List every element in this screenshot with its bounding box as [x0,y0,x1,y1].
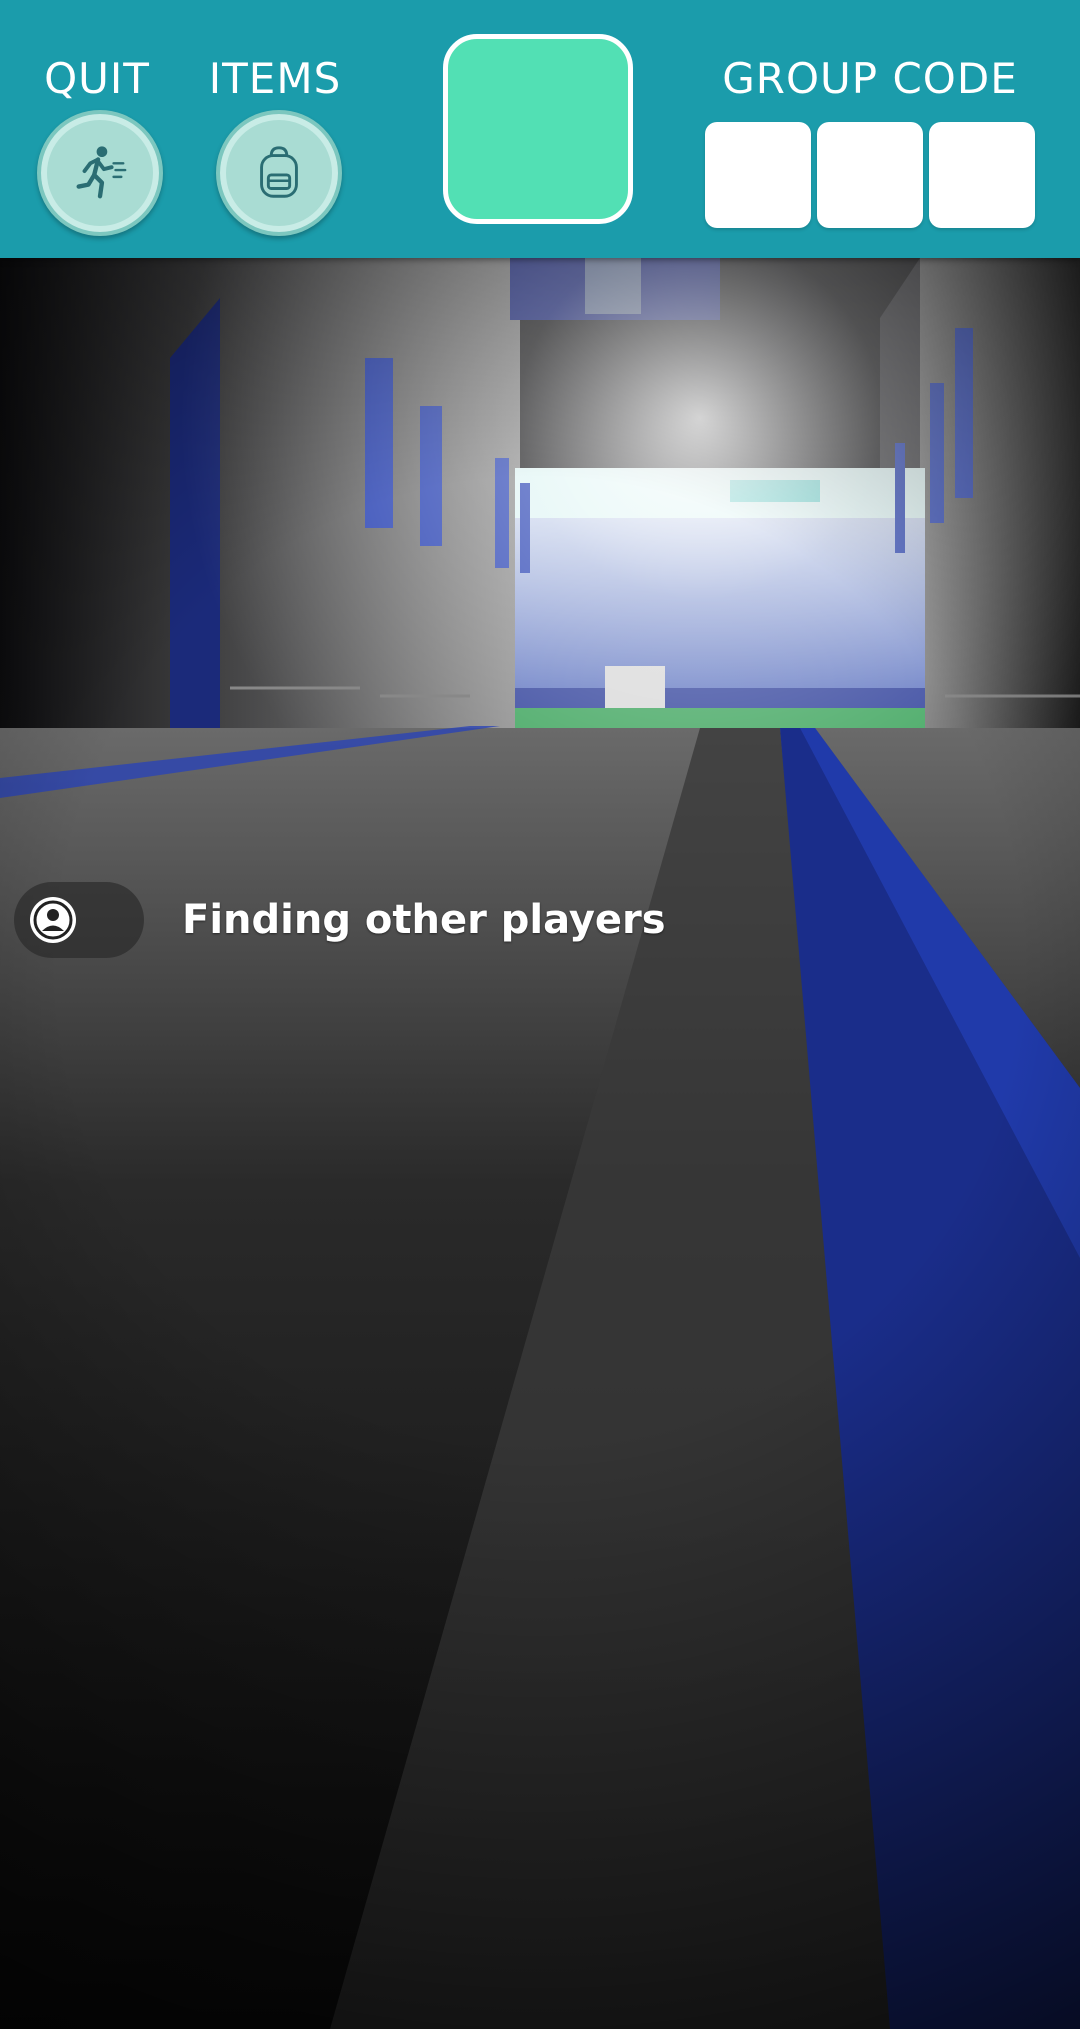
quit-label: QUIT [44,54,150,103]
matchmaking-status: Finding other players [14,882,666,958]
user-icon [30,897,76,943]
group-code-slot-1[interactable] [705,122,811,228]
tunnel-background [0,258,1080,2029]
status-text: Finding other players [182,897,666,943]
running-person-icon [76,146,127,199]
group-code-slot-2[interactable] [817,122,923,228]
quit-button[interactable] [37,110,163,236]
top-bar: QUIT ITEMS GROUP CODE [0,0,1080,258]
group-code-label: GROUP CODE [722,54,1018,103]
items-button[interactable] [216,110,342,236]
backpack-icon [260,146,298,198]
center-tile[interactable] [443,34,633,224]
group-code-slot-3[interactable] [929,122,1035,228]
stadium-tunnel-scene [0,258,1080,2029]
status-icon-container [14,882,144,958]
items-label: ITEMS [208,54,342,103]
